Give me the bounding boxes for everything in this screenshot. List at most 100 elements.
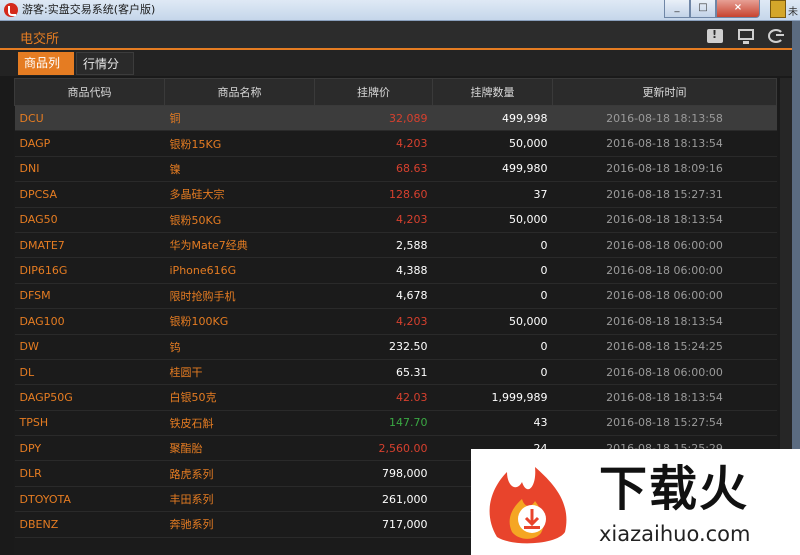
cell-time: 2016-08-18 15:24:25 [552, 334, 777, 360]
table-row[interactable]: DNI 镍 68.63 499,980 2016-08-18 18:09:16 [14, 156, 777, 183]
cell-code: DCU [14, 105, 165, 132]
cell-qty: 0 [432, 359, 553, 386]
alert-icon[interactable] [707, 28, 723, 43]
cell-price: 4,203 [314, 130, 433, 157]
table-row[interactable]: DAGP 银粉15KG 4,203 50,000 2016-08-18 18:13:54 [14, 130, 777, 157]
cell-price: 4,678 [314, 283, 433, 310]
cell-code: DAGP [14, 130, 165, 157]
window-controls: _ □ × [664, 0, 760, 18]
fire-logo-icon [489, 467, 567, 544]
cell-price: 65.31 [314, 359, 433, 386]
cell-price: 2,588 [314, 232, 433, 259]
monitor-icon[interactable] [738, 29, 754, 44]
cell-time: 2016-08-18 18:13:54 [552, 308, 777, 335]
table-row[interactable]: DFSM 限时抢购手机 4,678 0 2016-08-18 06:00:00 [14, 283, 777, 310]
cell-qty: 499,980 [432, 156, 553, 183]
cell-time: 2016-08-18 06:00:00 [552, 359, 777, 386]
cell-qty: 0 [432, 232, 553, 259]
cell-qty: 50,000 [432, 207, 553, 233]
cell-price: 32,089 [314, 105, 433, 132]
cell-time: 2016-08-18 18:13:54 [552, 130, 777, 157]
cell-code: DAG50 [14, 207, 165, 233]
cell-qty: 43 [432, 410, 553, 437]
cell-name: 聚酯胎 [164, 435, 315, 462]
cell-qty: 37 [432, 181, 553, 208]
cell-time: 2016-08-18 06:00:00 [552, 283, 777, 310]
minimize-icon[interactable]: _ [664, 0, 690, 18]
cell-name: 铜 [164, 105, 315, 132]
cell-code: DIP616G [14, 257, 165, 284]
table-row[interactable]: DL 桂圆干 65.31 0 2016-08-18 06:00:00 [14, 359, 777, 386]
cell-name: 桂圆干 [164, 359, 315, 386]
cell-time: 2016-08-18 18:13:54 [552, 207, 777, 233]
table-row[interactable]: DPCSA 多晶硅大宗 128.60 37 2016-08-18 15:27:31 [14, 181, 777, 208]
watermark: 下载火 xiazaihuo.com [471, 449, 800, 555]
table-row[interactable]: DAG50 银粉50KG 4,203 50,000 2016-08-18 18:13:5… [14, 207, 777, 233]
col-header-name[interactable]: 商品名称 [164, 78, 315, 106]
col-header-qty[interactable]: 挂牌数量 [432, 78, 553, 106]
brand-title: 电交所 [20, 32, 60, 47]
col-header-price[interactable]: 挂牌价 [314, 78, 433, 106]
tab-market-analysis[interactable]: 行情分析 [76, 52, 134, 94]
close-icon[interactable]: × [716, 0, 760, 18]
cell-name: 白银50克 [164, 384, 315, 411]
cell-code: DNI [14, 156, 165, 183]
col-header-code[interactable]: 商品代码 [14, 78, 165, 106]
cell-qty: 50,000 [432, 130, 553, 157]
cell-code: DMATE7 [14, 232, 165, 259]
table-row[interactable]: DAG100 银粉100KG 4,203 50,000 2016-08-18 18:13… [14, 308, 777, 335]
cell-name: 银粉15KG [164, 130, 315, 157]
tab-product-list[interactable]: 商品列表 [18, 52, 74, 93]
table-row[interactable]: DCU 铜 32,089 499,998 2016-08-18 18:13:58 [14, 105, 777, 132]
window-titlebar: 游客:实盘交易系统(客户版) _ □ × 未 [0, 0, 800, 21]
cell-code: DTOYOTA [14, 486, 165, 513]
cell-price: 261,000 [314, 486, 433, 513]
side-char: 未 [788, 7, 798, 18]
cell-price: 4,203 [314, 308, 433, 335]
logout-icon[interactable] [768, 29, 784, 43]
cell-time: 2016-08-18 06:00:00 [552, 257, 777, 284]
cell-price: 4,388 [314, 257, 433, 284]
table-row[interactable]: DMATE7 华为Mate7经典 2,588 0 2016-08-18 06:00:00 [14, 232, 777, 259]
cell-qty: 1,999,989 [432, 384, 553, 411]
table-row[interactable]: DIP616G iPhone616G 4,388 0 2016-08-18 06:00:… [14, 257, 777, 284]
cell-code: DFSM [14, 283, 165, 310]
cell-name: 路虎系列 [164, 460, 315, 487]
cell-price: 798,000 [314, 460, 433, 487]
app-logo-icon [4, 3, 18, 17]
cell-name: 多晶硅大宗 [164, 181, 315, 208]
table-row[interactable]: TPSH 铁皮石斛 147.70 43 2016-08-18 15:27:54 [14, 410, 777, 437]
app-header: 电交所 [0, 21, 800, 49]
table-row[interactable]: DAGP50G 白银50克 42.03 1,999,989 2016-08-18 18:… [14, 384, 777, 411]
cell-qty: 0 [432, 334, 553, 360]
col-header-time[interactable]: 更新时间 [552, 78, 777, 106]
cell-code: DL [14, 359, 165, 386]
cell-code: DBENZ [14, 511, 165, 538]
table-row[interactable]: DW 钨 232.50 0 2016-08-18 15:24:25 [14, 334, 777, 360]
cell-code: TPSH [14, 410, 165, 437]
cell-price: 128.60 [314, 181, 433, 208]
cell-code: DPCSA [14, 181, 165, 208]
cell-qty: 50,000 [432, 308, 553, 335]
cell-code: DW [14, 334, 165, 360]
tab-bar: 商品列表 行情分析 [0, 50, 800, 94]
cell-time: 2016-08-18 15:27:54 [552, 410, 777, 437]
cell-time: 2016-08-18 06:00:00 [552, 232, 777, 259]
maximize-icon[interactable]: □ [690, 0, 716, 18]
cell-price: 42.03 [314, 384, 433, 411]
cell-qty: 0 [432, 257, 553, 284]
cell-name: 钨 [164, 334, 315, 360]
cell-code: DAGP50G [14, 384, 165, 411]
cell-name: 华为Mate7经典 [164, 232, 315, 259]
cell-name: 铁皮石斛 [164, 410, 315, 437]
cell-time: 2016-08-18 18:09:16 [552, 156, 777, 183]
cell-name: 银粉50KG [164, 207, 315, 233]
cell-name: 银粉100KG [164, 308, 315, 335]
cell-time: 2016-08-18 15:27:31 [552, 181, 777, 208]
cell-name: 镍 [164, 156, 315, 183]
sidebar-gadget-icon[interactable] [770, 0, 786, 18]
cell-qty: 0 [432, 283, 553, 310]
cell-name: 限时抢购手机 [164, 283, 315, 310]
cell-price: 2,560.00 [314, 435, 433, 462]
cell-name: 丰田系列 [164, 486, 315, 513]
